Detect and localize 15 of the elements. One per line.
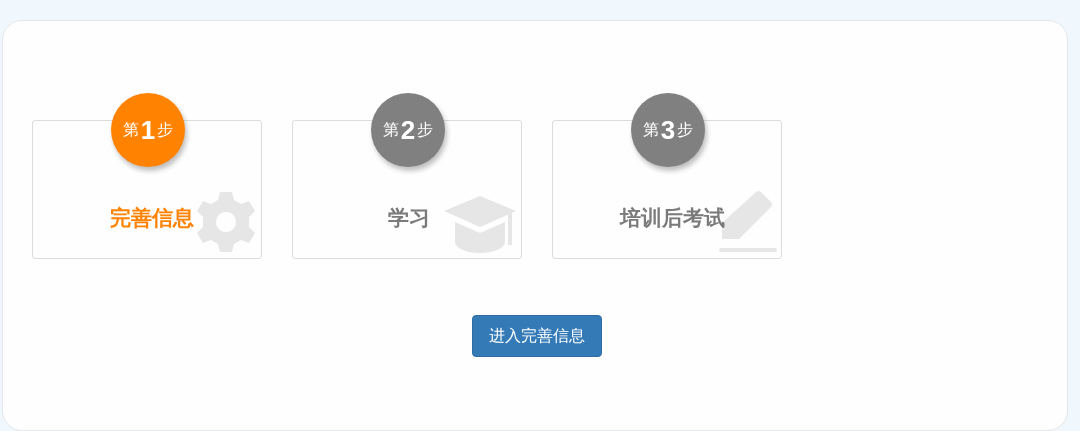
step-number: 3 <box>660 117 676 143</box>
step-prefix: 第 <box>642 120 659 140</box>
enter-info-button[interactable]: 进入完善信息 <box>472 315 602 357</box>
step-title: 完善信息 <box>110 205 194 231</box>
gear-icon <box>194 190 258 254</box>
step-title: 学习 <box>388 205 430 231</box>
step-title: 培训后考试 <box>620 205 725 231</box>
step-suffix: 步 <box>157 120 174 140</box>
step-prefix: 第 <box>382 120 399 140</box>
step-number: 1 <box>140 117 156 143</box>
step-prefix: 第 <box>122 120 139 140</box>
step-number: 2 <box>400 117 416 143</box>
step-suffix: 步 <box>677 120 694 140</box>
graduation-cap-icon <box>442 194 518 254</box>
step-suffix: 步 <box>417 120 434 140</box>
